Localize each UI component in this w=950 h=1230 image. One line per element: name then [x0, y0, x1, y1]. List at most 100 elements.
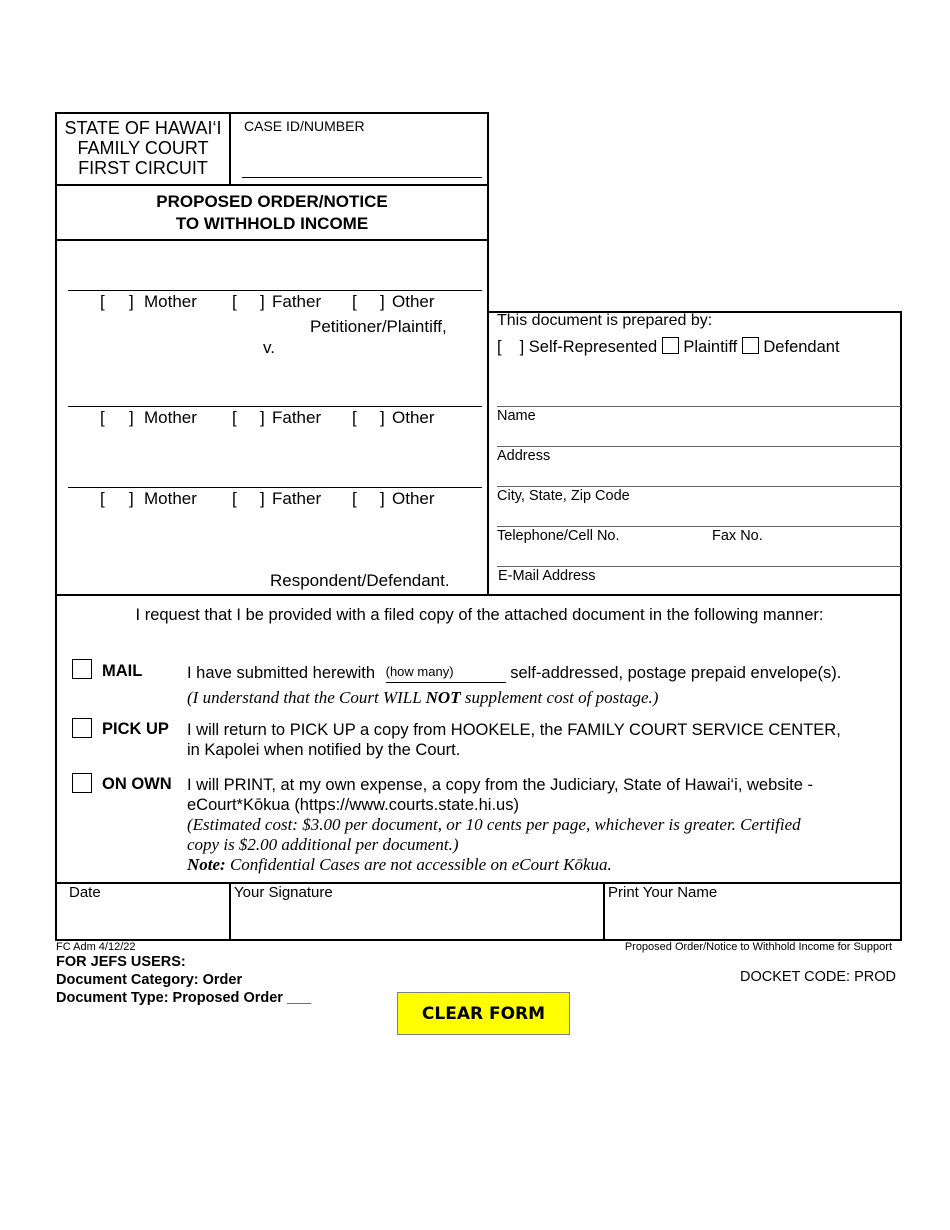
mail-text-after: self-addressed, postage prepaid envelope…: [510, 664, 842, 682]
respondent-mother-label: Mother: [144, 408, 197, 427]
date-field[interactable]: Date: [57, 884, 229, 939]
own-note: Note: Confidential Cases are not accessi…: [187, 855, 813, 875]
document-type: Document Type: Proposed Order ___: [56, 990, 312, 1006]
own-line-3: (Estimated cost: $3.00 per document, or …: [187, 815, 801, 834]
bracket-close: ]: [380, 292, 385, 311]
self-represented-label: Self-Represented: [528, 338, 658, 356]
preparer-options: [] Self-Represented Plaintiff Defendant: [497, 337, 840, 357]
court-name: STATE OF HAWAI‘I FAMILY COURT FIRST CIRC…: [57, 118, 229, 178]
document-category: Document Category: Order: [56, 972, 243, 988]
court-line-state: STATE OF HAWAI‘I: [64, 118, 222, 138]
own-label: ON OWN: [102, 775, 172, 793]
respondent2-other-label: Other: [392, 489, 435, 508]
title-line-2: TO WITHHOLD INCOME: [175, 214, 369, 233]
mail-note-bold: NOT: [425, 688, 461, 707]
pickup-label: PICK UP: [102, 720, 169, 738]
bracket-close: ]: [129, 489, 134, 508]
telephone-label: Telephone/Cell No.: [497, 528, 620, 544]
respondent2-name-input[interactable]: [68, 487, 482, 488]
mail-note-pre: (I understand that the Court WILL: [187, 688, 426, 707]
name-input[interactable]: [497, 406, 901, 407]
respondent2-mother-checkbox[interactable]: [: [100, 489, 105, 509]
divider: [55, 239, 489, 241]
mail-text: I have submitted herewith (how many) sel…: [187, 662, 841, 683]
signature-label: Your Signature: [234, 884, 333, 901]
respondent-name-input[interactable]: [68, 406, 482, 407]
pickup-checkbox[interactable]: [72, 718, 92, 738]
case-id-label: CASE ID/NUMBER: [244, 118, 365, 134]
email-label: E-Mail Address: [498, 568, 596, 584]
print-name-field[interactable]: Print Your Name: [605, 884, 900, 939]
respondent-mother-checkbox[interactable]: [: [100, 408, 105, 428]
own-line-4: copy is $2.00 additional per document.): [187, 835, 459, 854]
petitioner-mother-label: Mother: [144, 292, 197, 311]
respondent-label: Respondent/Defendant.: [270, 571, 450, 590]
own-checkbox[interactable]: [72, 773, 92, 793]
divider: [229, 112, 231, 185]
form-title-footer: Proposed Order/Notice to Withhold Income…: [624, 941, 892, 953]
address-label: Address: [497, 448, 551, 464]
respondent-other-checkbox[interactable]: [: [352, 408, 357, 428]
respondent2-father-checkbox[interactable]: [: [232, 489, 237, 509]
pickup-line-2: in Kapolei when notified by the Court.: [187, 741, 461, 759]
defendant-label: Defendant: [763, 338, 840, 356]
how-many-input[interactable]: (how many): [385, 662, 506, 683]
how-many-placeholder: (how many): [385, 664, 454, 679]
respondent-other-label: Other: [392, 408, 435, 427]
preparer-heading: This document is prepared by:: [497, 312, 713, 329]
bracket-close: ]: [129, 292, 134, 311]
document-title: PROPOSED ORDER/NOTICE TO WITHHOLD INCOME: [57, 191, 487, 235]
petitioner-father-label: Father: [272, 292, 322, 311]
bracket-close: ]: [129, 408, 134, 427]
city-input[interactable]: [497, 486, 901, 487]
telephone-input[interactable]: [497, 526, 901, 527]
respondent2-other-checkbox[interactable]: [: [352, 489, 357, 509]
respondent-father-checkbox[interactable]: [: [232, 408, 237, 428]
mail-label: MAIL: [102, 662, 143, 680]
docket-code: DOCKET CODE: PROD: [739, 969, 896, 985]
email-input[interactable]: [497, 566, 901, 567]
petitioner-role-row: [ ] Mother [ ] Father [ ] Other: [0, 292, 490, 314]
respondent-father-label: Father: [272, 408, 322, 427]
own-line-1: I will PRINT, at my own expense, a copy …: [187, 776, 814, 794]
petitioner-other-label: Other: [392, 292, 435, 311]
respondent2-role-row: [ ] Mother [ ] Father [ ] Other: [0, 489, 490, 511]
respondent2-mother-label: Mother: [144, 489, 197, 508]
own-note-bold: Note:: [187, 855, 226, 874]
date-label: Date: [69, 884, 101, 901]
address-input[interactable]: [497, 446, 901, 447]
defendant-checkbox[interactable]: [741, 337, 759, 354]
plaintiff-checkbox[interactable]: [661, 337, 679, 354]
divider: [55, 184, 489, 186]
bracket-close: ]: [260, 408, 265, 427]
jefs-heading: FOR JEFS USERS:: [56, 954, 186, 970]
petitioner-name-input[interactable]: [68, 290, 482, 291]
mail-checkbox[interactable]: [72, 659, 92, 679]
versus-label: v.: [263, 338, 275, 357]
jefs-info: FOR JEFS USERS: Document Category: Order…: [56, 953, 311, 1007]
court-line-circuit: FIRST CIRCUIT: [78, 158, 208, 178]
court-line-family-court: FAMILY COURT: [77, 138, 209, 158]
self-represented-checkbox[interactable]: [: [497, 338, 502, 356]
petitioner-other-checkbox[interactable]: [: [352, 292, 357, 312]
signature-field[interactable]: Your Signature: [231, 884, 603, 939]
request-intro: I request that I be provided with a file…: [135, 606, 824, 624]
petitioner-mother-checkbox[interactable]: [: [100, 292, 105, 312]
bracket-close: ]: [260, 292, 265, 311]
clear-form-button[interactable]: CLEAR FORM: [397, 992, 570, 1035]
mail-text-before: I have submitted herewith: [187, 664, 376, 682]
respondent-role-row: [ ] Mother [ ] Father [ ] Other: [0, 408, 490, 430]
bracket-close: ]: [260, 489, 265, 508]
form-id: FC Adm 4/12/22: [56, 941, 136, 953]
bracket-close: ]: [380, 489, 385, 508]
case-id-input[interactable]: [242, 150, 482, 178]
city-label: City, State, Zip Code: [497, 488, 630, 504]
pickup-text: I will return to PICK UP a copy from HOO…: [187, 720, 841, 760]
own-note-text: Confidential Cases are not accessible on…: [225, 855, 612, 874]
plaintiff-label: Plaintiff: [683, 338, 738, 356]
title-line-1: PROPOSED ORDER/NOTICE: [156, 192, 388, 211]
fax-label: Fax No.: [712, 528, 763, 544]
own-line-2: eCourt*Kōkua (https://www.courts.state.h…: [187, 796, 519, 814]
pickup-line-1: I will return to PICK UP a copy from HOO…: [187, 721, 841, 739]
petitioner-father-checkbox[interactable]: [: [232, 292, 237, 312]
